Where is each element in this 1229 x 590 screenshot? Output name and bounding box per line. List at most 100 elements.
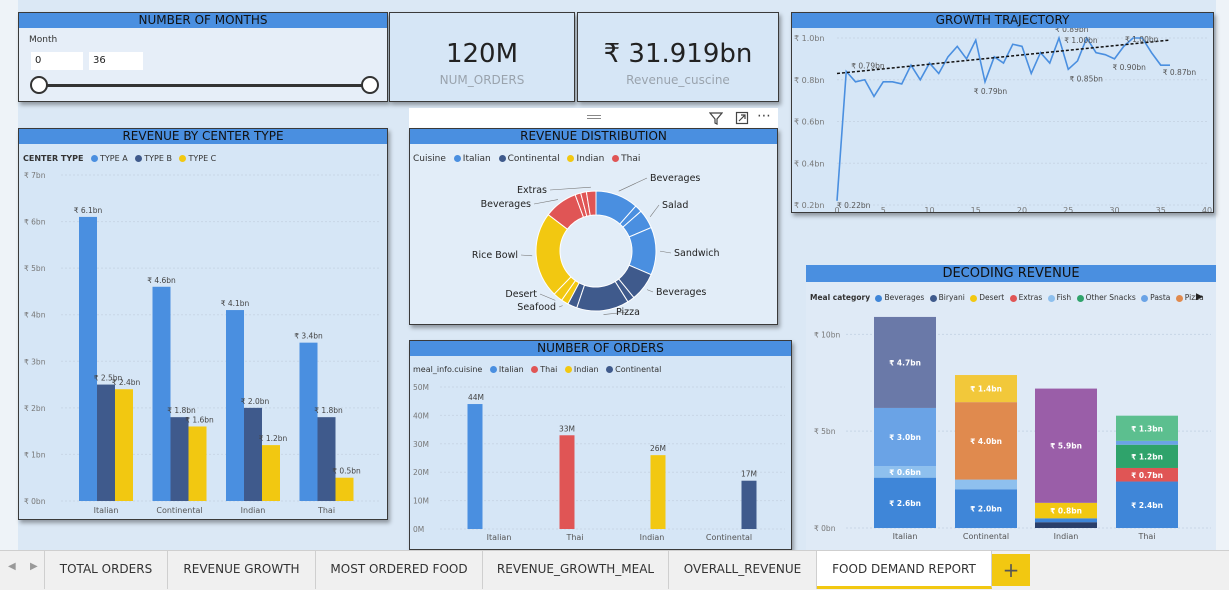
orders-bar: [650, 455, 666, 529]
biryani-dot: [929, 294, 937, 302]
tab-food-demand-report[interactable]: FOOD DEMAND REPORT: [817, 551, 992, 589]
slicer-max-input[interactable]: 36: [89, 52, 143, 70]
center-data-label: ₹ 3.4bn: [294, 332, 323, 341]
growth-data-label: ₹ 0.79bn: [974, 87, 1008, 96]
slicer-handle-max[interactable]: [361, 76, 379, 94]
growth-data-label: ₹ 0.90bn: [1113, 63, 1147, 72]
pizza-dot: [1175, 294, 1183, 302]
center-type-title: REVENUE BY CENTER TYPE: [19, 129, 387, 144]
donut-slice-label: Pizza: [616, 307, 640, 318]
decoding-revenue-card: DECODING REVENUE Meal category Beverages…: [806, 265, 1216, 550]
orders-bar: [559, 435, 575, 529]
tab-most-ordered-food[interactable]: MOST ORDERED FOOD: [316, 551, 483, 589]
decoding-y-tick: ₹ 0bn: [814, 524, 836, 533]
center-bar: [152, 286, 171, 501]
tab-revenue-growth-meal[interactable]: REVENUE_GROWTH_MEAL: [483, 551, 669, 589]
center-type-bar-chart: ₹ 7bn ₹ 6bn ₹ 5bn ₹ 4bn ₹ 3bn ₹ 2bn ₹ 1bn ₹ 0bn…: [24, 171, 379, 515]
orders-italian-dot: [489, 366, 497, 373]
growth-trajectory-card: GROWTH TRAJECTORY ₹ 1.0bn ₹ 0.8bn ₹ 0.6bn ₹…: [791, 12, 1214, 213]
add-page-button[interactable]: +: [992, 554, 1030, 586]
type-b-dot: [135, 155, 143, 162]
growth-x-tick: 40: [1202, 206, 1212, 212]
center-data-label: ₹ 2.0bn: [241, 397, 270, 406]
more-options-icon[interactable]: ⋯: [757, 108, 772, 124]
orders-legend-thai: Thai: [540, 365, 558, 374]
orders-legend-continental: Continental: [615, 365, 662, 374]
other-snacks-dot: [1076, 294, 1084, 302]
center-legend-title: CENTER TYPE: [23, 154, 84, 163]
pasta-dot: [1141, 294, 1149, 302]
drag-handle-icon[interactable]: [587, 115, 601, 119]
tab-total-orders[interactable]: TOTAL ORDERS: [44, 551, 168, 589]
filter-icon[interactable]: [709, 111, 723, 125]
growth-x-tick: 15: [971, 206, 981, 212]
growth-data-label: ₹ 0.87bn: [1163, 68, 1197, 77]
decoding-segment-label: ₹ 0.6bn: [889, 468, 921, 477]
center-y-tick: ₹ 5bn: [24, 264, 46, 273]
tab-scroll-right-icon[interactable]: ▶: [30, 561, 38, 572]
center-data-label: ₹ 2.4bn: [112, 378, 141, 387]
legend-desert: Desert: [979, 293, 1005, 302]
center-bar: [97, 384, 115, 501]
growth-y-tick: ₹ 0.4bn: [794, 159, 825, 168]
indian-dot: [567, 155, 575, 162]
growth-data-label: ₹ 0.85bn: [1070, 74, 1104, 83]
orders-y-tick: 30M: [413, 440, 429, 449]
center-y-tick: ₹ 2bn: [24, 404, 46, 413]
decoding-stacked-bar-chart: ₹ 10bn ₹ 5bn ₹ 0bn ₹ 2.6bn ₹ 0.6bn ₹ 3.0bn ₹ 4…: [814, 316, 1211, 541]
focus-mode-icon[interactable]: [735, 111, 749, 125]
legend-indian: Indian: [576, 154, 605, 164]
slicer-field-label: Month: [29, 35, 58, 45]
decoding-segment-label: ₹ 0.7bn: [1131, 471, 1163, 480]
donut-leader-line: [533, 199, 558, 205]
center-data-label: ₹ 4.1bn: [221, 299, 250, 308]
legend-next-arrow-icon[interactable]: ▶: [1196, 292, 1203, 302]
continental-dot: [498, 155, 506, 162]
slicer-handle-min[interactable]: [30, 76, 48, 94]
orders-x-tick: Thai: [565, 533, 583, 542]
growth-x-tick: 30: [1109, 206, 1119, 212]
orders-x-tick: Italian: [487, 533, 512, 542]
tab-revenue-growth[interactable]: REVENUE GROWTH: [168, 551, 316, 589]
decoding-segment-label: ₹ 2.6bn: [889, 499, 921, 508]
legend-italian: Italian: [462, 154, 491, 164]
center-bar: [299, 342, 318, 501]
growth-x-tick: 20: [1017, 206, 1027, 212]
decoding-segment-label: ₹ 3.0bn: [889, 433, 921, 442]
center-bar: [335, 477, 354, 501]
tab-scroll-left-icon[interactable]: ◀: [8, 561, 16, 572]
tab-overall-revenue[interactable]: OVERALL_REVENUE: [669, 551, 817, 589]
thai-dot: [612, 155, 620, 162]
center-type-card: REVENUE BY CENTER TYPE CENTER TYPE TYPE …: [18, 128, 388, 520]
kpi-revenue-card: ₹ 31.919bn Revenue_cuscine: [577, 12, 779, 102]
donut-leader-line: [520, 254, 533, 257]
orders-y-tick: 50M: [413, 383, 429, 392]
legend-thai: Thai: [621, 154, 641, 164]
center-data-label: ₹ 1.6bn: [185, 415, 214, 424]
decoding-x-tick: Italian: [893, 532, 918, 541]
donut-slice-label: Salad: [662, 200, 688, 211]
orders-y-tick: 40M: [413, 411, 429, 420]
donut-leader-line: [618, 177, 648, 192]
growth-line-chart: ₹ 1.0bn₹ 0.8bn₹ 0.6bn₹ 0.4bn₹ 0.2bn0 5 10 1…: [794, 28, 1212, 212]
slicer-title: NUMBER OF MONTHS: [19, 13, 387, 28]
decoding-segment: [1035, 522, 1097, 528]
decoding-segment: [1035, 518, 1097, 523]
decoding-y-tick: ₹ 5bn: [814, 427, 836, 436]
orders-bar: [467, 404, 483, 529]
visual-header-bar: ⋯: [409, 108, 778, 128]
slicer-min-input[interactable]: 0: [31, 52, 83, 70]
decoding-segment-label: ₹ 2.4bn: [1131, 501, 1163, 510]
kpi-revenue-value: ₹ 31.919bn: [603, 39, 753, 69]
center-data-label: ₹ 4.6bn: [147, 276, 176, 285]
growth-y-tick: ₹ 1.0bn: [794, 34, 825, 43]
donut-leader-line: [539, 293, 556, 301]
donut-slice-label: Sandwich: [674, 248, 720, 259]
legend-type-b: TYPE B: [144, 154, 172, 163]
center-bar: [188, 426, 207, 501]
center-bar: [244, 407, 262, 501]
orders-indian-dot: [564, 366, 572, 373]
center-y-tick: ₹ 0bn: [24, 497, 46, 506]
donut-leader-line: [659, 250, 672, 254]
kpi-orders-value: 120M: [445, 39, 519, 69]
